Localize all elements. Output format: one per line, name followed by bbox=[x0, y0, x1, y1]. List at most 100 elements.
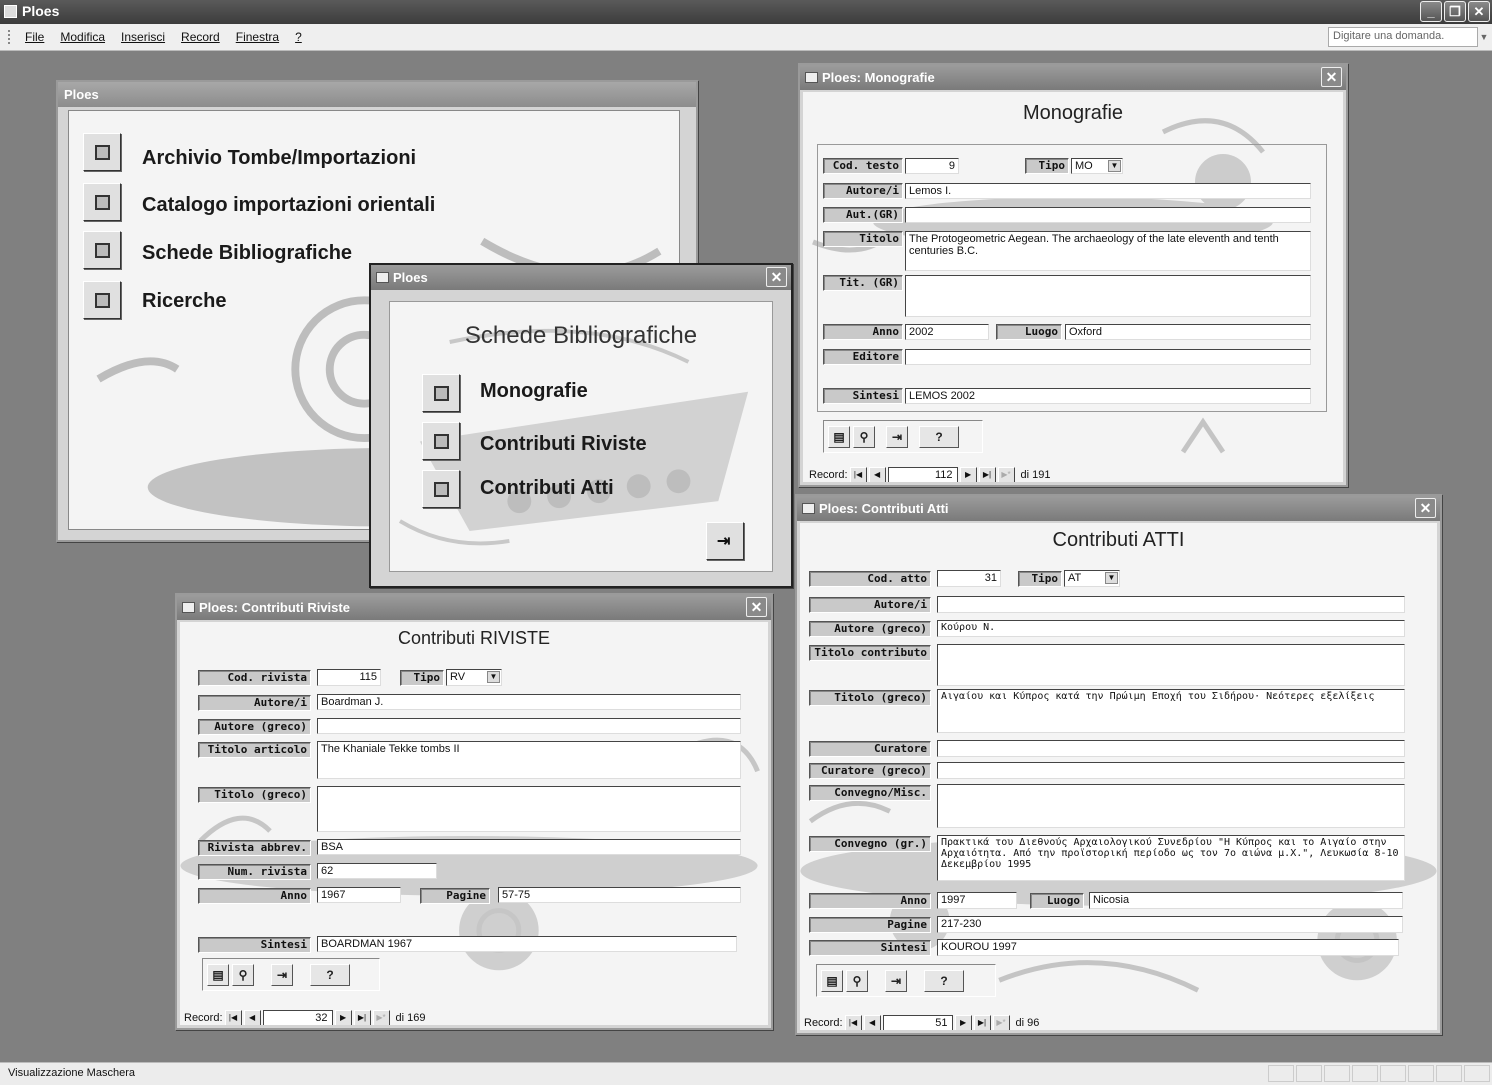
catalogo-button[interactable] bbox=[83, 183, 121, 221]
first-record-icon[interactable]: |◀ bbox=[224, 1010, 242, 1025]
titolo-field[interactable]: The Protogeometric Aegean. The archaeolo… bbox=[905, 231, 1311, 271]
editore-field[interactable] bbox=[905, 349, 1311, 365]
convgr-field[interactable]: Πρακτικά του Διεθνούς Αρχαιολογικού Συνε… bbox=[937, 835, 1405, 881]
monografie-button[interactable] bbox=[422, 374, 460, 412]
archivio-button[interactable] bbox=[83, 133, 121, 171]
menu-modifica[interactable]: Modifica bbox=[52, 30, 113, 44]
autgr-field[interactable]: Κούρου Ν. bbox=[937, 620, 1405, 637]
sintesi-field[interactable]: LEMOS 2002 bbox=[905, 388, 1311, 404]
prev-record-icon[interactable]: ◀ bbox=[868, 467, 886, 482]
curatore-field[interactable] bbox=[937, 740, 1405, 757]
anno-field[interactable]: 1967 bbox=[317, 887, 401, 903]
autore-field[interactable] bbox=[937, 596, 1405, 613]
help-icon[interactable]: ? bbox=[919, 425, 959, 448]
prev-record-icon[interactable]: ◀ bbox=[243, 1010, 261, 1025]
titolo-field[interactable] bbox=[937, 644, 1405, 686]
next-record-icon[interactable]: ▶ bbox=[954, 1015, 972, 1030]
menu-help[interactable]: ? bbox=[287, 30, 310, 44]
anno-field[interactable]: 1997 bbox=[937, 892, 1017, 909]
last-record-icon[interactable]: ▶| bbox=[978, 467, 996, 482]
pagine-field[interactable]: 217-230 bbox=[937, 916, 1403, 933]
tipo-value: MO bbox=[1075, 160, 1093, 172]
titgr-field[interactable] bbox=[317, 786, 741, 832]
form-view-icon[interactable]: ▤ bbox=[828, 425, 850, 448]
chevron-down-icon[interactable]: ▼ bbox=[487, 671, 500, 683]
binoculars-icon[interactable]: ⚲ bbox=[853, 425, 875, 448]
tipo-select[interactable]: MO ▼ bbox=[1071, 158, 1123, 174]
exit-door-icon[interactable]: ⇥ bbox=[886, 425, 908, 448]
help-icon[interactable]: ? bbox=[310, 963, 350, 986]
new-record-icon[interactable]: ▶* bbox=[992, 1015, 1010, 1030]
binoculars-icon[interactable]: ⚲ bbox=[846, 969, 868, 992]
cod-atto-field[interactable]: 31 bbox=[937, 570, 1001, 587]
menu-record[interactable]: Record bbox=[173, 30, 228, 44]
tipo-value: RV bbox=[450, 671, 466, 683]
last-record-icon[interactable]: ▶| bbox=[973, 1015, 991, 1030]
prev-record-icon[interactable]: ◀ bbox=[863, 1015, 881, 1030]
pagine-field[interactable]: 57-75 bbox=[498, 887, 741, 903]
rivista-field[interactable]: BSA bbox=[317, 839, 741, 855]
restore-button[interactable]: ❐ bbox=[1444, 1, 1466, 22]
exit-button[interactable]: ⇥ bbox=[706, 522, 744, 560]
last-record-icon[interactable]: ▶| bbox=[353, 1010, 371, 1025]
record-navigator: Record: |◀ ◀ 32 ▶ ▶| ▶* di 169 bbox=[184, 1009, 426, 1025]
close-icon[interactable]: ✕ bbox=[1321, 67, 1342, 87]
menu-grip[interactable] bbox=[8, 30, 11, 44]
autore-field[interactable]: Boardman J. bbox=[317, 694, 741, 710]
close-icon[interactable]: ✕ bbox=[766, 267, 787, 287]
close-icon[interactable]: ✕ bbox=[746, 597, 767, 617]
num-rivista-field[interactable]: 62 bbox=[317, 863, 437, 879]
menu-inserisci[interactable]: Inserisci bbox=[113, 30, 173, 44]
chevron-down-icon[interactable]: ▼ bbox=[1105, 572, 1118, 584]
close-app-button[interactable]: ✕ bbox=[1468, 1, 1490, 22]
tipo-select[interactable]: RV ▼ bbox=[446, 669, 502, 686]
autore-label: Autore/i bbox=[823, 183, 903, 199]
binoculars-icon[interactable]: ⚲ bbox=[232, 963, 254, 986]
status-cell bbox=[1436, 1065, 1462, 1082]
sintesi-field[interactable]: KOUROU 1997 bbox=[937, 939, 1399, 956]
ricerche-button[interactable] bbox=[83, 281, 121, 319]
autgr-field[interactable] bbox=[905, 207, 1311, 223]
help-icon[interactable]: ? bbox=[924, 969, 964, 992]
minimize-button[interactable]: _ bbox=[1420, 1, 1442, 22]
menu-finestra[interactable]: Finestra bbox=[228, 30, 287, 44]
tipo-select[interactable]: AT ▼ bbox=[1064, 570, 1120, 587]
anno-field[interactable]: 2002 bbox=[905, 324, 989, 340]
form-view-icon[interactable]: ▤ bbox=[821, 969, 843, 992]
luogo-field[interactable]: Nicosia bbox=[1089, 892, 1403, 909]
record-number-input[interactable]: 51 bbox=[882, 1015, 953, 1030]
form-icon bbox=[376, 272, 389, 283]
titolo-field[interactable]: The Khaniale Tekke tombs II bbox=[317, 741, 741, 779]
atti-button[interactable] bbox=[422, 470, 460, 508]
curatore-label: Curatore bbox=[809, 741, 931, 757]
riviste-button[interactable] bbox=[422, 422, 460, 460]
chevron-down-icon[interactable]: ▼ bbox=[1477, 28, 1491, 46]
exit-door-icon[interactable]: ⇥ bbox=[271, 963, 293, 986]
record-number-input[interactable]: 112 bbox=[887, 467, 958, 482]
titgr-field[interactable]: Αιγαίου και Κύπρος κατά την Πρώιμη Εποχή… bbox=[937, 689, 1405, 733]
new-record-icon[interactable]: ▶* bbox=[372, 1010, 390, 1025]
ask-question-input[interactable]: Digitare una domanda. ▼ bbox=[1328, 27, 1488, 47]
menu-file[interactable]: File bbox=[17, 30, 52, 44]
close-icon[interactable]: ✕ bbox=[1415, 498, 1436, 518]
titgr-field[interactable] bbox=[905, 275, 1311, 317]
first-record-icon[interactable]: |◀ bbox=[844, 1015, 862, 1030]
curgr-field[interactable] bbox=[937, 762, 1405, 779]
autore-field[interactable]: Lemos I. bbox=[905, 183, 1311, 199]
schede-button[interactable] bbox=[83, 231, 121, 269]
anno-label: Anno bbox=[823, 324, 903, 340]
cod-rivista-field[interactable]: 115 bbox=[317, 669, 381, 686]
sintesi-field[interactable]: BOARDMAN 1967 bbox=[317, 936, 737, 952]
luogo-field[interactable]: Oxford bbox=[1065, 324, 1311, 340]
next-record-icon[interactable]: ▶ bbox=[334, 1010, 352, 1025]
convegno-field[interactable] bbox=[937, 784, 1405, 828]
autgr-field[interactable] bbox=[317, 718, 741, 734]
exit-door-icon[interactable]: ⇥ bbox=[885, 969, 907, 992]
record-number-input[interactable]: 32 bbox=[262, 1010, 333, 1025]
new-record-icon[interactable]: ▶* bbox=[997, 467, 1015, 482]
chevron-down-icon[interactable]: ▼ bbox=[1108, 160, 1121, 172]
first-record-icon[interactable]: |◀ bbox=[849, 467, 867, 482]
next-record-icon[interactable]: ▶ bbox=[959, 467, 977, 482]
form-view-icon[interactable]: ▤ bbox=[207, 963, 229, 986]
cod-testo-field[interactable]: 9 bbox=[905, 158, 959, 174]
